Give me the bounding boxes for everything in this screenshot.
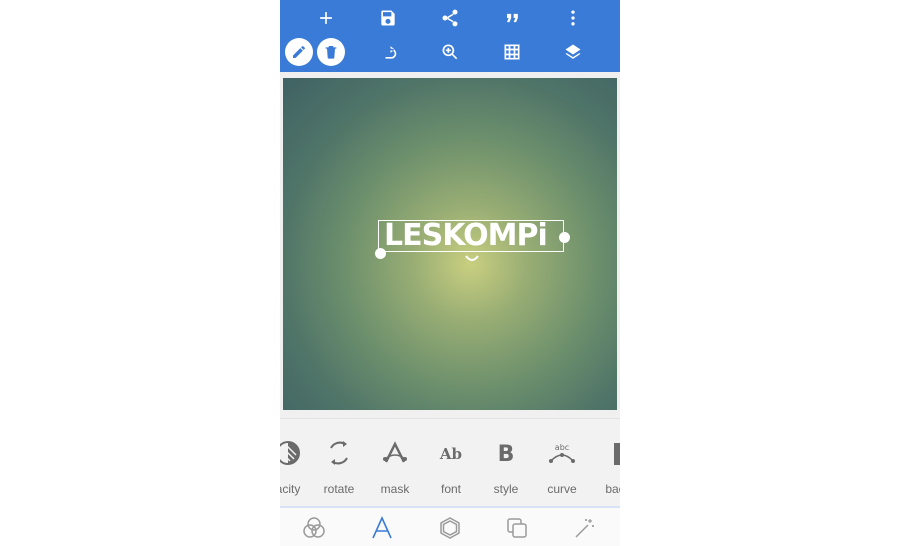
blend-icon [303, 517, 325, 538]
font-icon: Ab [439, 445, 462, 463]
grid-icon [504, 44, 520, 60]
zoom-in-button[interactable] [434, 36, 466, 68]
text-icon [372, 516, 392, 539]
nav-shape[interactable] [436, 514, 464, 542]
tool-label: mask [380, 482, 410, 496]
style-bold-icon: B [498, 442, 515, 467]
curve-handle-icon[interactable] [464, 254, 480, 264]
tool-curve[interactable]: abc curve [534, 429, 590, 499]
save-icon [381, 10, 395, 26]
resize-handle[interactable] [375, 248, 386, 259]
undo-icon [385, 46, 397, 59]
bottom-nav [280, 506, 620, 546]
pencil-button[interactable] [285, 38, 313, 66]
style-glyph: B [498, 442, 515, 467]
zoom-in-icon [442, 44, 458, 60]
duplicate-icon [507, 518, 527, 538]
tool-label: back [605, 482, 620, 496]
pencil-icon [293, 46, 305, 58]
effects-wand-icon [575, 519, 594, 538]
grid-button[interactable] [496, 36, 528, 68]
shape-icon [440, 517, 460, 539]
delete-button[interactable] [317, 38, 345, 66]
phone-screen: LESKOMPi acity [280, 0, 620, 546]
tool-font[interactable]: Ab font [423, 429, 479, 499]
tool-mask[interactable]: mask [367, 429, 423, 499]
tool-style[interactable]: B style [478, 429, 534, 499]
text-tools-strip: acity rotate mas [280, 418, 620, 507]
layers-button[interactable] [557, 36, 589, 68]
tool-label: curve [547, 482, 577, 496]
nav-text[interactable] [368, 514, 396, 542]
layers-icon [565, 44, 581, 59]
trash-icon [325, 46, 337, 59]
tool-label: style [493, 482, 519, 496]
share-icon [442, 9, 458, 27]
more-options-button[interactable] [557, 2, 589, 34]
quote-icon [507, 13, 518, 23]
top-toolbar [280, 0, 620, 72]
canvas-text-layer[interactable]: LESKOMPi [384, 218, 548, 254]
opacity-icon [280, 441, 300, 465]
tool-label: font [440, 482, 461, 496]
rotate-icon [330, 441, 348, 465]
nav-effects[interactable] [571, 514, 599, 542]
add-icon [320, 12, 332, 24]
mask-icon [383, 441, 407, 463]
rotate-handle[interactable] [559, 232, 570, 243]
tool-rotate[interactable]: rotate [311, 429, 367, 499]
quote-button[interactable] [496, 2, 528, 34]
add-button[interactable] [310, 2, 342, 34]
undo-button[interactable] [372, 36, 404, 68]
image-canvas[interactable]: LESKOMPi [283, 78, 617, 410]
font-glyph: Ab [439, 445, 462, 463]
tool-background[interactable]: back [590, 429, 620, 499]
tool-label: rotate [323, 482, 355, 496]
background-icon [614, 443, 620, 465]
curve-glyph: abc [555, 443, 569, 452]
nav-blend[interactable] [300, 514, 328, 542]
more-vert-icon [571, 10, 575, 26]
curve-icon: abc [549, 443, 575, 463]
share-button[interactable] [434, 2, 466, 34]
save-button[interactable] [372, 2, 404, 34]
nav-duplicate[interactable] [503, 514, 531, 542]
